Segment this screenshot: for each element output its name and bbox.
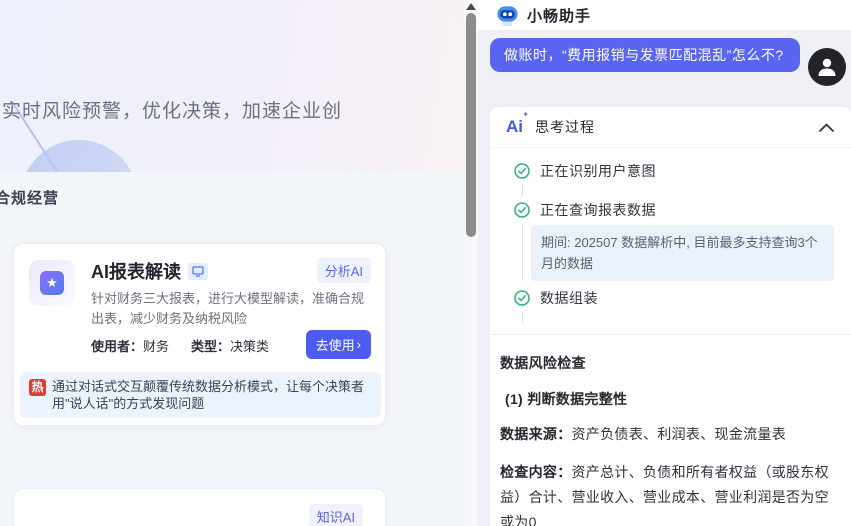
step-label: 数据组装 (540, 290, 598, 306)
check-circle-icon (514, 202, 530, 222)
thinking-process-card: Ai ✦ 思考过程 正在识别用户意图 正在查询报表数据 期间: 202507 数… (490, 107, 851, 526)
user-label: 使用者： (91, 339, 144, 354)
type-value: 决策类 (230, 339, 270, 354)
ai-logo: Ai ✦ (506, 110, 529, 137)
analysis-row-source: 数据来源：资产负债表、利润表、现金流量表 (500, 422, 835, 447)
assistant-title: 小畅助手 (527, 7, 592, 25)
step-note: 期间: 202507 数据解析中, 目前最多支持查询3个月的数据 (531, 225, 834, 281)
step-label: 正在识别用户意图 (540, 163, 656, 179)
section-title: 合规经营 (0, 190, 60, 207)
star-app-icon: ★ (40, 271, 64, 295)
card-title: AI报表解读 (91, 262, 181, 282)
step-note-row: 期间: 202507 数据解析中, 目前最多支持查询3个月的数据 (514, 225, 835, 281)
hot-badge-icon: 热 (29, 379, 46, 396)
ai-logo-text: Ai (506, 117, 523, 136)
row-text: 资产负债表、利润表、现金流量表 (571, 426, 786, 442)
check-circle-icon (514, 290, 530, 310)
hot-tip-text: 通过对话式交互颠覆传统数据分析模式，让每个决策者用"说人话"的方式发现问题 (52, 379, 365, 411)
step-identify-intent: 正在识别用户意图 (514, 162, 835, 180)
step-connector (522, 225, 523, 281)
analysis-section: 数据风险检查 (1) 判断数据完整性 数据来源：资产负债表、利润表、现金流量表 … (490, 335, 851, 526)
thinking-title: 思考过程 (535, 119, 595, 135)
step-data-assembly: 数据组装 (514, 289, 835, 307)
banner-headline: 实时风险预警，优化决策，加速企业创 (2, 101, 343, 122)
assistant-chat-panel: 小畅助手 做账时，“费用报销与发票匹配混乱”怎么不? Ai ✦ 思考过程 正在识… (478, 0, 851, 526)
card-title-row: AI报表解读 (91, 258, 208, 284)
step-label: 正在查询报表数据 (540, 202, 656, 218)
thinking-header[interactable]: Ai ✦ 思考过程 (490, 107, 851, 148)
step-query-reports: 正在查询报表数据 (514, 201, 835, 219)
vertical-scrollbar[interactable] (462, 0, 478, 526)
card-meta: 使用者：财务 类型：决策类 (91, 336, 269, 355)
row-label: 数据来源： (500, 426, 572, 442)
use-now-button[interactable]: 去使用 › (305, 330, 371, 359)
star-icon: ★ (46, 275, 58, 290)
analysis-heading: 数据风险检查 (500, 355, 586, 371)
arrow-right-icon: › (356, 337, 361, 352)
app-icon-container: ★ (29, 260, 75, 306)
ai-report-card[interactable]: ★ AI报表解读 分析AI 针对财务三大报表，进行大模型解读，准确合规出表，减少… (13, 243, 386, 426)
user-message-bubble: 做账时，“费用报销与发票匹配混乱”怎么不? (490, 38, 800, 72)
step-connector (522, 312, 523, 323)
use-now-label: 去使用 (315, 338, 355, 353)
step-connector (522, 185, 523, 196)
tag-knowledge-ai: 知识AI (308, 504, 363, 526)
user-value: 财务 (143, 339, 170, 354)
app-window: 实时风险预警，优化决策，加速企业创 合规经营 ★ AI报表解读 分析AI 针对财… (0, 0, 851, 526)
scrollbar-thumb[interactable] (466, 13, 476, 237)
main-content-panel: 实时风险预警，优化决策，加速企业创 合规经营 ★ AI报表解读 分析AI 针对财… (0, 0, 462, 526)
card-description: 针对财务三大报表，进行大模型解读，准确合规出表，减少财务及纳税风险 (91, 291, 365, 326)
analysis-subheading: (1) 判断数据完整性 (505, 391, 628, 407)
robot-icon (497, 5, 518, 26)
banner-circle-decor (20, 140, 138, 172)
chat-header: 小畅助手 (478, 0, 851, 31)
hero-banner: 实时风险预警，优化决策，加速企业创 (0, 0, 462, 172)
tag-analysis-ai: 分析AI (316, 258, 371, 283)
knowledge-ai-card[interactable]: 知识AI (13, 488, 386, 526)
check-circle-icon (514, 163, 530, 183)
row-label: 检查内容： (500, 464, 572, 480)
chevron-up-icon[interactable] (818, 122, 835, 133)
thinking-steps: 正在识别用户意图 正在查询报表数据 期间: 202507 数据解析中, 目前最多… (490, 148, 851, 330)
type-label: 类型： (191, 339, 231, 354)
sparkle-icon: ✦ (522, 110, 529, 119)
analysis-row-content: 检查内容：资产总计、负债和所有者权益（或股东权益）合计、营业收入、营业成本、营业… (500, 460, 835, 526)
user-avatar (808, 48, 846, 86)
person-icon (818, 58, 836, 76)
hot-tip-box: 热 通过对话式交互颠覆传统数据分析模式，让每个决策者用"说人话"的方式发现问题 (20, 372, 381, 418)
scroll-up-arrow[interactable] (466, 3, 476, 10)
monitor-icon[interactable] (188, 262, 208, 280)
